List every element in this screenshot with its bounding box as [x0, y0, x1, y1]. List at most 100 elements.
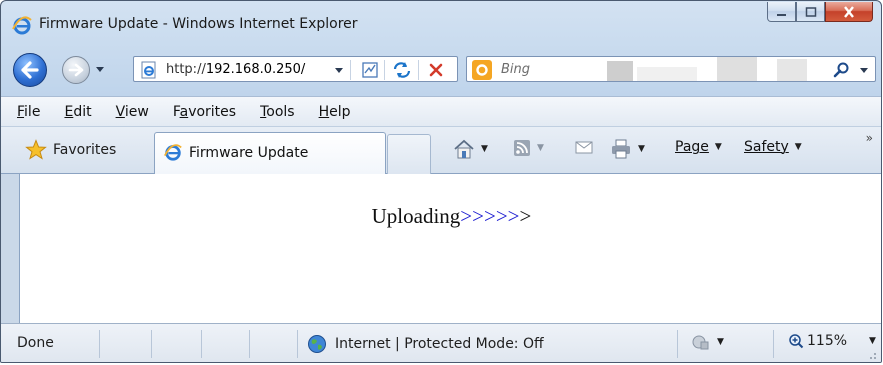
home-icon: [454, 139, 474, 159]
menu-favorites[interactable]: Favorites: [173, 104, 236, 120]
safety-menu[interactable]: Safety ▼: [744, 139, 802, 155]
separator: [384, 60, 385, 80]
feeds-button[interactable]: ▼: [513, 139, 544, 157]
compatibility-icon[interactable]: [360, 60, 380, 80]
search-placeholder: Bing: [501, 62, 531, 77]
menu-favorites-pre: F: [172, 103, 180, 120]
menu-help-rest: elp: [329, 103, 351, 120]
menu-file-key: F: [17, 103, 25, 120]
menu-help[interactable]: Help: [319, 104, 351, 120]
addons-button[interactable]: ▼: [691, 333, 724, 351]
status-divider: [773, 330, 774, 358]
addons-dropdown: ▼: [717, 337, 724, 347]
status-divider: [249, 330, 250, 358]
menu-favorites-rest: vorites: [188, 103, 237, 120]
globe-icon: [308, 335, 326, 353]
close-button[interactable]: [825, 2, 873, 22]
menu-edit-rest: dit: [73, 103, 92, 120]
upload-status-message: Uploading>>>>>>: [20, 204, 881, 229]
address-bar[interactable]: http://192.168.0.250/: [133, 56, 458, 82]
back-button[interactable]: [13, 53, 47, 87]
forward-button[interactable]: [62, 56, 90, 84]
print-dropdown[interactable]: ▼: [638, 144, 645, 154]
menu-view[interactable]: View: [116, 104, 149, 120]
feeds-dropdown[interactable]: ▼: [537, 143, 544, 153]
url-scheme: http://: [166, 62, 206, 77]
caption-buttons: [767, 2, 873, 22]
left-frame-edge: [1, 174, 19, 323]
back-arrow-icon: [21, 61, 39, 79]
forward-arrow-icon: [68, 63, 84, 77]
menu-help-key: H: [318, 103, 330, 120]
search-dropdown[interactable]: [859, 65, 869, 75]
menu-tools-rest: ools: [266, 103, 295, 120]
title-bar: Firmware Update - Windows Internet Explo…: [1, 1, 881, 49]
bing-icon: [472, 60, 492, 80]
favorites-bar: Favorites Firmware Update ▼ ▼ ▼ Page ▼ S…: [1, 126, 881, 174]
home-button[interactable]: ▼: [453, 139, 488, 159]
page-icon: [141, 61, 156, 79]
security-zone[interactable]: Internet | Protected Mode: Off: [307, 334, 544, 354]
zoom-control[interactable]: 115% ▼: [788, 333, 876, 349]
menu-favorites-key: a: [179, 103, 189, 120]
status-bar: Done Internet | Protected Mode: Off ▼ 11…: [1, 323, 881, 362]
toolbar-overflow-chevron[interactable]: »: [866, 131, 873, 145]
tab-firmware-update[interactable]: Firmware Update: [154, 132, 386, 174]
minimize-icon: [776, 13, 786, 16]
recent-pages-dropdown[interactable]: [95, 64, 105, 74]
menu-file[interactable]: File: [17, 104, 40, 120]
progress-arrows: >>>>>: [460, 204, 520, 228]
menu-view-rest: iew: [124, 103, 149, 120]
home-dropdown[interactable]: ▼: [481, 144, 488, 154]
search-box[interactable]: Bing: [466, 56, 876, 82]
page-menu[interactable]: Page ▼: [675, 139, 722, 155]
tab-label: Firmware Update: [189, 145, 309, 161]
print-button[interactable]: ▼: [610, 139, 645, 159]
status-divider: [297, 330, 298, 358]
minimize-button[interactable]: [767, 2, 796, 22]
browser-window: Firmware Update - Windows Internet Explo…: [0, 0, 882, 363]
close-icon: [844, 5, 854, 18]
security-zone-label: Internet | Protected Mode: Off: [335, 336, 544, 352]
page-label: Page: [675, 139, 709, 155]
menu-edit[interactable]: Edit: [64, 104, 91, 120]
read-mail-button[interactable]: [575, 139, 593, 155]
status-divider: [201, 330, 202, 358]
search-icon[interactable]: [833, 61, 851, 79]
page-content: Uploading>>>>>>: [19, 174, 881, 323]
separator: [350, 60, 351, 80]
stop-icon[interactable]: [426, 60, 446, 80]
menu-edit-key: E: [64, 103, 74, 120]
menu-file-rest: ile: [24, 103, 41, 120]
print-icon: [612, 139, 630, 159]
menu-view-key: V: [115, 103, 125, 120]
favorites-button[interactable]: Favorites: [25, 139, 116, 161]
status-divider: [99, 330, 100, 358]
page-dropdown-icon: ▼: [714, 142, 722, 152]
new-tab-button[interactable]: [387, 134, 431, 174]
refresh-icon[interactable]: [392, 60, 412, 80]
blurred-background: [607, 57, 807, 81]
address-url: http://192.168.0.250/: [166, 62, 305, 77]
status-divider: [151, 330, 152, 358]
progress-trailing-arrow: >: [519, 204, 532, 228]
address-dropdown[interactable]: [334, 65, 344, 75]
status-text: Done: [17, 335, 54, 351]
maximize-icon: [805, 6, 816, 17]
zoom-icon: [789, 334, 804, 349]
feeds-icon: [514, 140, 530, 156]
zoom-dropdown: ▼: [869, 336, 876, 346]
maximize-button[interactable]: [796, 2, 825, 22]
resize-grip-icon[interactable]: [867, 350, 877, 360]
url-host: 192.168.0.250/: [205, 62, 306, 77]
safety-dropdown-icon: ▼: [794, 142, 802, 152]
zoom-level: 115%: [807, 333, 848, 349]
uploading-text: Uploading: [371, 204, 461, 228]
addon-icon: [692, 335, 709, 350]
ie-logo-icon: [164, 144, 182, 161]
menu-tools[interactable]: Tools: [260, 104, 295, 120]
favorites-label: Favorites: [53, 142, 117, 158]
navigation-bar: http://192.168.0.250/ Bing: [1, 46, 881, 92]
ie-logo-icon: [12, 16, 32, 35]
star-icon: [25, 139, 47, 160]
